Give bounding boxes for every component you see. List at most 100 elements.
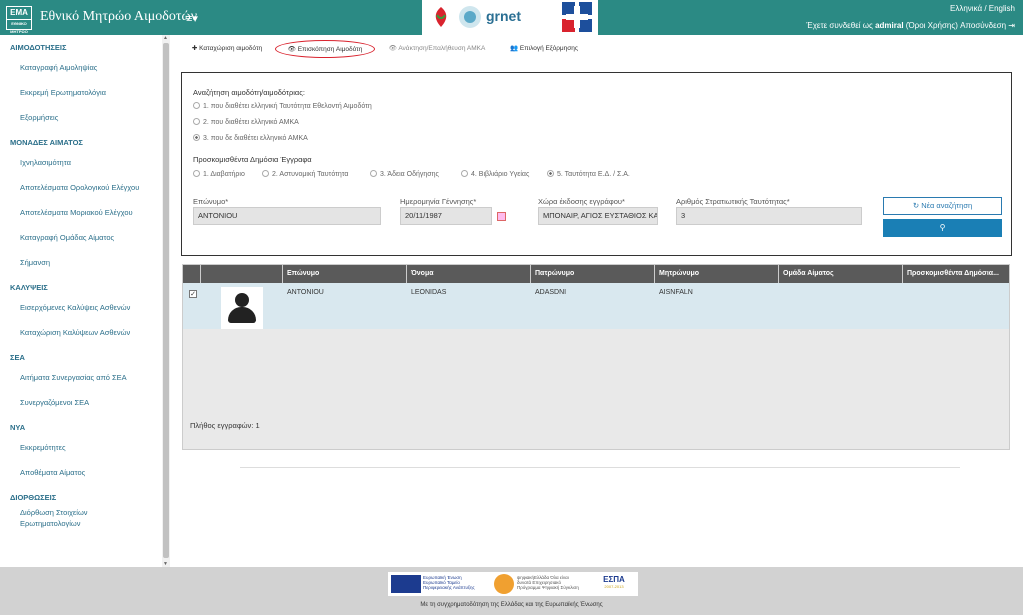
sidebar-item-blood-group[interactable]: Καταγραφή Ομάδας Αίματος (0, 225, 163, 250)
cross-logo (562, 2, 592, 32)
documents-label: Προσκομισθέντα Δημόσια Έγγραφα (193, 155, 312, 164)
doc-option-label: 3. Άδεια Οδήγησης (380, 171, 439, 178)
tab-select-campaign[interactable]: 👥 Επιλογή Εξόρμησης (497, 40, 591, 58)
results-grid: Επώνυμο Όνομα Πατρώνυμο Μητρώνυμο Ομάδα … (182, 264, 1010, 450)
doc-option-label: 5. Ταυτότητα Ε.Δ. / Σ.Α. (557, 171, 630, 178)
search-option-3[interactable]: 3. που δε διαθέτει ελληνικό ΑΜΚΑ (193, 134, 308, 142)
scroll-up-icon[interactable]: ▲ (163, 35, 168, 41)
header-blood-group[interactable]: Ομάδα Αίματος (779, 265, 903, 283)
logout-link[interactable]: Αποσύνδεση (960, 21, 1006, 30)
header-documents[interactable]: Προσκομισθέντα Δημόσια... (903, 265, 1009, 283)
country-field[interactable]: ΜΠΟΝΑΙΡ, ΑΓΙΟΣ ΕΥΣΤΑΘΙΟΣ ΚΑ (538, 207, 658, 225)
surname-field[interactable]: ANTONIOU (193, 207, 381, 225)
doc-option-health-book[interactable]: 4. Βιβλιάριο Υγείας (461, 170, 529, 178)
sidebar-section-blood-donations: ΑΙΜΟΔΟΤΗΣΕΙΣ (10, 43, 67, 52)
sidebar-item-record-donation[interactable]: Καταγραφή Αιμοληψίας (0, 55, 163, 80)
tab-donor-overview[interactable]: 👁 Επισκόπηση Αιμοδότη (275, 40, 375, 58)
grnet-label: grnet (486, 8, 521, 24)
search-label: Αναζήτηση αιμοδότη/αιμοδότριας: (193, 88, 305, 97)
app-title[interactable]: Εθνικό Μητρώο Αιμοδοτών (40, 9, 197, 25)
sidebar: ΑΙΜΟΔΟΤΗΣΕΙΣ Καταγραφή Αιμοληψίας Εκκρεμ… (0, 35, 164, 567)
country-label: Χώρα έκδοσης εγγράφου* (538, 197, 625, 206)
radio-icon[interactable] (193, 118, 200, 125)
eu-text: Ευρωπαϊκή Ένωση Ευρωπαϊκό Ταμείο Περιφερ… (423, 575, 475, 590)
ema-logo[interactable]: EMAΕΘΝΙΚΟ ΜΗΤΡΩΟ ΑΙΜΟΔΟΤΩΝ (6, 6, 32, 42)
sidebar-item-sea-partners[interactable]: Συνεργαζόμενοι ΣΕΑ (0, 390, 163, 415)
doc-option-passport[interactable]: 1. Διαβατήριο (193, 170, 245, 178)
sidebar-section-coverage: ΚΑΛΥΨΕΙΣ (10, 283, 48, 292)
footer: Ευρωπαϊκή Ένωση Ευρωπαϊκό Ταμείο Περιφερ… (0, 567, 1023, 615)
sidebar-item-serology-results[interactable]: Αποτελέσματα Ορολογικού Ελέγχου (0, 175, 163, 200)
dob-field[interactable]: 20/11/1987 (400, 207, 492, 225)
military-id-field[interactable]: 3 (676, 207, 862, 225)
eoda-logo (435, 7, 447, 27)
search-option-label: 1. που διαθέτει ελληνική Ταυτότητα Εθελο… (203, 103, 372, 110)
terms-link[interactable]: (Όροι Χρήσης) (906, 21, 958, 30)
radio-icon[interactable] (193, 102, 200, 109)
header-photo (201, 265, 283, 283)
logo-text: EMA (10, 8, 28, 17)
search-option-label: 2. που διαθέτει ελληνικό ΑΜΚΑ (203, 119, 299, 126)
header-mother[interactable]: Μητρώνυμο (655, 265, 779, 283)
radio-selected-icon[interactable] (547, 170, 554, 177)
cofunded-text: Με τη συγχρηματοδότηση της Ελλάδας και τ… (420, 602, 603, 608)
radio-icon[interactable] (262, 170, 269, 177)
sidebar-item-pending-questionnaires[interactable]: Εκκρεμή Ερωτηματολόγια (0, 80, 163, 105)
eu-flag-icon (391, 575, 421, 593)
cell-surname: ANTONIOU (287, 289, 324, 296)
sidebar-item-labeling[interactable]: Σήμανση (0, 250, 163, 275)
user-status: Έχετε συνδεθεί ως admiral (Όροι Χρήσης) … (806, 21, 1015, 30)
doc-option-label: 2. Αστυνομική Ταυτότητα (272, 171, 349, 178)
sidebar-item-traceability[interactable]: Ιχνηλασιμότητα (0, 150, 163, 175)
search-option-1[interactable]: 1. που διαθέτει ελληνική Ταυτότητα Εθελο… (193, 102, 372, 110)
radio-selected-icon[interactable] (193, 134, 200, 141)
radio-icon[interactable] (370, 170, 377, 177)
doc-option-police-id[interactable]: 2. Αστυνομική Ταυτότητα (262, 170, 348, 178)
sidebar-item-pending[interactable]: Εκκρεμότητες (0, 435, 163, 460)
search-panel: Αναζήτηση αιμοδότη/αιμοδότριας: 1. που δ… (181, 72, 1012, 256)
header-select (183, 265, 201, 283)
sidebar-item-campaigns[interactable]: Εξορμήσεις (0, 105, 163, 130)
dob-label: Ημερομηνία Γέννησης* (400, 197, 477, 206)
menu-toggle-icon[interactable]: ≡▾ (186, 12, 198, 25)
doc-option-label: 4. Βιβλιάριο Υγείας (471, 171, 530, 178)
sidebar-item-molecular-results[interactable]: Αποτελέσματα Μοριακού Ελέγχου (0, 200, 163, 225)
avatar-icon (221, 287, 263, 329)
language-switch[interactable]: Ελληνικά / English (950, 4, 1015, 13)
grnet-logo: grnet (458, 3, 558, 31)
espa-logo: ΕΣΠΑ 2007-2013 (596, 575, 632, 593)
logout-icon[interactable]: ⇥ (1008, 21, 1015, 30)
calendar-icon[interactable] (497, 212, 506, 221)
tab-register-donor[interactable]: ✚ Καταχώριση αιμοδότη (183, 40, 271, 58)
grid-header: Επώνυμο Όνομα Πατρώνυμο Μητρώνυμο Ομάδα … (183, 265, 1009, 283)
sidebar-section-blood-units: ΜΟΝΑΔΕΣ ΑΙΜΑΤΟΣ (10, 138, 83, 147)
table-row[interactable]: ✓ ANTONIOU LEONIDAS ADASDNI AISNFALN (183, 283, 1009, 329)
row-checkbox[interactable]: ✓ (189, 290, 197, 298)
search-button[interactable]: ⚲ (883, 219, 1002, 237)
sidebar-section-sea: ΣΕΑ (10, 353, 25, 362)
military-id-label: Αριθμός Στρατιωτικής Ταυτότητας* (676, 197, 790, 206)
radio-icon[interactable] (193, 170, 200, 177)
radio-icon[interactable] (461, 170, 468, 177)
sidebar-section-nya: ΝΥΑ (10, 423, 26, 432)
search-option-label: 3. που δε διαθέτει ελληνικό ΑΜΚΑ (203, 135, 308, 142)
header-father[interactable]: Πατρώνυμο (531, 265, 655, 283)
sidebar-scrollbar[interactable]: ▲ ▼ (162, 35, 170, 567)
new-search-button[interactable]: ↻ Νέα αναζήτηση (883, 197, 1002, 215)
cell-father: ADASDNI (535, 289, 567, 296)
sidebar-item-blood-stock[interactable]: Αποθέματα Αίματος (0, 460, 163, 485)
search-option-2[interactable]: 2. που διαθέτει ελληνικό ΑΜΚΑ (193, 118, 299, 126)
sidebar-item-incoming-coverage[interactable]: Εισερχόμενες Καλύψεις Ασθενών (0, 295, 163, 320)
doc-option-driving-license[interactable]: 3. Άδεια Οδήγησης (370, 170, 439, 178)
sidebar-item-correct-questionnaires[interactable]: Διόρθωση Στοιχείων Ερωτηματολογίων (0, 505, 120, 530)
sidebar-item-sea-requests[interactable]: Αιτήματα Συνεργασίας από ΣΕΑ (0, 365, 163, 390)
doc-option-military-id[interactable]: 5. Ταυτότητα Ε.Δ. / Σ.Α. (547, 170, 630, 178)
header-surname[interactable]: Επώνυμο (283, 265, 407, 283)
doc-option-label: 1. Διαβατήριο (203, 171, 245, 178)
tab-amka-verify[interactable]: 👁 Ανάκτηση/Επαλήθευση ΑΜΚΑ (381, 40, 493, 58)
espa-years: 2007-2013 (604, 584, 624, 589)
record-count: Πλήθος εγγραφών: 1 (190, 421, 260, 430)
scroll-thumb[interactable] (163, 43, 169, 558)
header-name[interactable]: Όνομα (407, 265, 531, 283)
sidebar-item-record-coverage[interactable]: Καταχώριση Καλύψεων Ασθενών (0, 320, 163, 345)
